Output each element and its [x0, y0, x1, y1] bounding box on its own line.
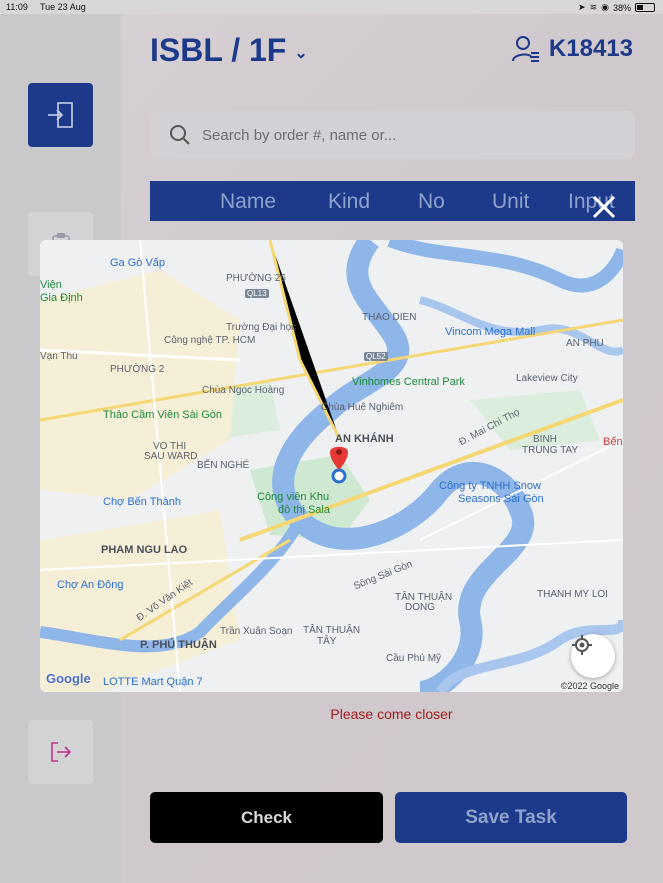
map-label-lakeview: Lakeview City [516, 373, 578, 384]
map-label-truong-dh-1: Trường Đại học [226, 322, 297, 333]
rotation-lock-icon: ◉ [601, 2, 609, 12]
map-label-cho-ben-thanh: Chợ Bến Thành [103, 496, 181, 508]
map-label-chua-ngoc-hoang: Chùa Ngọc Hoàng [202, 385, 285, 396]
user-id: K18413 [548, 35, 633, 62]
map-label-phuong-26: PHƯỜNG 26 [226, 273, 286, 284]
map-label-truong-dh-2: Công nghệ TP. HCM [164, 335, 256, 346]
status-date: Tue 23 Aug [40, 2, 86, 12]
map-label-lotte: LOTTE Mart Quận 7 [103, 676, 203, 688]
map-view[interactable]: Ga Gò Vấp PHƯỜNG 26 QL13 Viện Gia Định T… [40, 240, 623, 692]
search-input[interactable] [202, 126, 602, 144]
door-enter-icon [47, 102, 73, 128]
column-header-unit: Unit [492, 190, 530, 213]
map-label-phuong-2: PHƯỜNG 2 [110, 364, 165, 375]
column-header-name: Name [220, 190, 277, 213]
location-selector[interactable]: ISBL / 1F ⌄ [150, 32, 308, 69]
map-label-cho-an-dong: Chợ An Đông [57, 579, 124, 591]
map-label-ga-go-vap: Ga Gò Vấp [110, 257, 166, 269]
map-label-ql52: QL52 [364, 352, 388, 361]
sidebar-checkin-button[interactable] [28, 83, 93, 147]
distance-warning: Please come closer [330, 706, 453, 722]
column-header-kind: Kind [328, 190, 371, 213]
map-label-tran-xuan-soan: Trần Xuân Soạn [220, 626, 293, 637]
map-label-tan-thuan-dong-2: DONG [405, 602, 435, 613]
map-label-ben-nghe: BẾN NGHÉ [197, 460, 250, 471]
check-button[interactable]: Check [150, 792, 383, 843]
search-bar[interactable] [150, 111, 635, 159]
map-label-cau-phu-my: Cầu Phú Mỹ [386, 653, 442, 664]
map-label-tan-thuan-tay-2: TÂY [317, 636, 337, 647]
google-logo: Google [46, 671, 91, 686]
table-header: Name Kind No Unit Input [150, 181, 635, 221]
crosshair-icon [572, 635, 592, 655]
status-indicators: ➤ ≋ ◉ 38% [578, 2, 655, 13]
column-header-no: No [418, 190, 445, 213]
wifi-icon: ≋ [589, 2, 598, 12]
my-location-button[interactable] [571, 634, 615, 678]
map-label-binh: BINH [533, 434, 557, 445]
user-list-icon [511, 36, 539, 62]
battery-icon [635, 3, 655, 12]
map-label-vien: Viện [40, 279, 62, 291]
map-label-trung-tay: TRUNG TAY [522, 445, 579, 456]
status-bar: 11:09 Tue 23 Aug ➤ ≋ ◉ 38% [0, 0, 663, 14]
map-label-van-thu: Vạn Thu [40, 351, 78, 362]
map-label-do-thi-sala: đô thị Sala [278, 504, 330, 516]
chevron-down-icon: ⌄ [294, 44, 308, 62]
sidebar-logout-button[interactable] [28, 720, 93, 784]
map-label-thao-dien: THAO DIEN [362, 312, 417, 323]
map-label-an-khanh: AN KHÁNH [335, 433, 394, 445]
user-badge[interactable]: K18413 [511, 34, 633, 64]
map-label-an-phu: AN PHU [566, 338, 604, 349]
close-icon [592, 195, 616, 219]
search-icon [170, 125, 190, 145]
map-label-seasons-sai-gon: Seasons Sài Gòn [458, 493, 544, 505]
map-label-phu-thuan: P. PHÚ THUẬN [140, 639, 217, 651]
map-label-thanh-my-loi: THANH MY LOI [537, 589, 608, 600]
map-label-gia-dinh: Gia Định [40, 292, 83, 304]
map-label-thao-cam-vien: Thảo Cầm Viên Sài Gòn [103, 409, 223, 421]
location-title: ISBL / 1F [150, 32, 287, 68]
close-map-button[interactable] [589, 192, 619, 222]
map-label-cong-ty-snow: Công ty TNHH Snow [439, 480, 541, 492]
save-task-button[interactable]: Save Task [395, 792, 627, 843]
map-label-pham-ngu-lao: PHAM NGU LAO [101, 544, 188, 556]
location-arrow-icon: ➤ [578, 2, 586, 12]
map-label-vincom: Vincom Mega Mall [445, 326, 536, 338]
status-time: 11:09 [6, 2, 28, 12]
logout-icon [50, 742, 71, 762]
map-label-vinhomes: Vinhomes Central Park [352, 376, 465, 388]
map-label-ben: Bến [603, 436, 623, 448]
map-copyright: ©2022 Google [560, 681, 619, 691]
map-label-cong-vien-khu: Công viên Khu [257, 491, 330, 503]
map-label-ql13: QL13 [245, 289, 269, 298]
battery-percent: 38% [612, 2, 631, 13]
map-label-tan-thuan-tay-1: TÂN THUẬN [303, 625, 361, 636]
map-label-chua-hue-nghiem: Chùa Huê Nghiêm [321, 402, 404, 413]
map-label-sau-ward: SAU WARD [144, 451, 198, 462]
